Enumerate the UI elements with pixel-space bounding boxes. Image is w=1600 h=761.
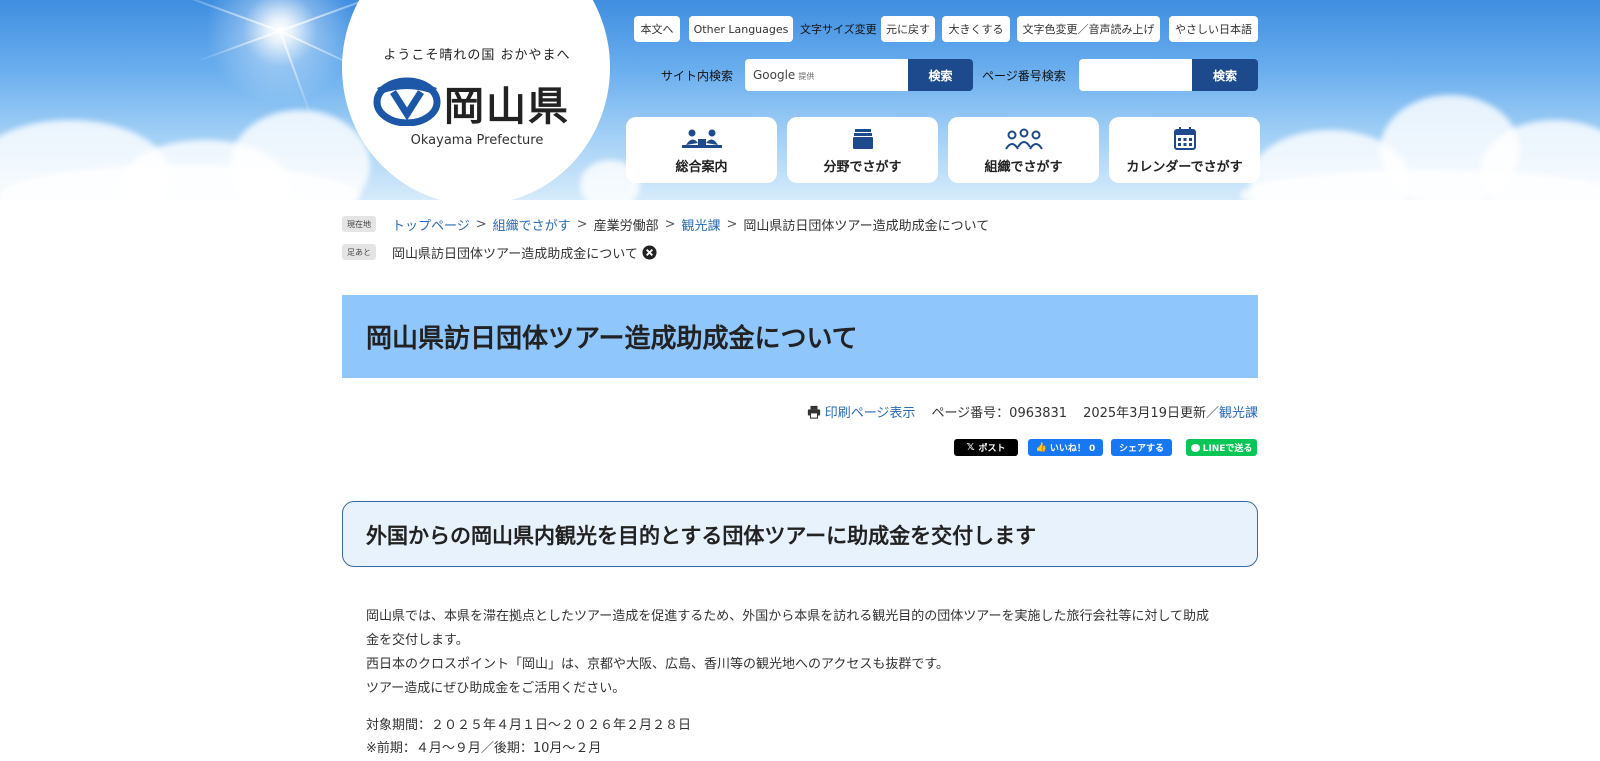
subheading: 外国からの岡山県内観光を目的とする団体ツアーに助成金を交付します xyxy=(366,524,1037,548)
breadcrumb-link-organization[interactable]: 組織でさがす xyxy=(493,215,571,234)
body-line: 金を交付します。 xyxy=(366,633,469,648)
nav-label: 組織でさがす xyxy=(984,160,1063,175)
group-icon xyxy=(1004,128,1043,150)
site-search-input[interactable]: Google 提供 xyxy=(745,59,908,91)
breadcrumb-item-current: 岡山県訪日団体ツアー造成助成金について xyxy=(743,218,990,234)
facebook-share-button[interactable]: シェアする xyxy=(1111,439,1172,456)
nav-general-guide[interactable]: 総合案内 xyxy=(626,117,777,183)
sun-glow xyxy=(205,0,355,105)
easy-japanese-link[interactable]: やさしい日本語 xyxy=(1169,16,1258,42)
google-branding: Google 提供 xyxy=(753,68,815,82)
site-search-button[interactable]: 検索 xyxy=(908,59,973,91)
page-number-search-button[interactable]: 検索 xyxy=(1192,59,1258,91)
header-banner: ようこそ晴れの国 おかやまへ 岡山県 Okayama Prefecture 本文… xyxy=(0,0,1600,200)
facebook-like-button[interactable]: 👍 いいね！ 0 xyxy=(1028,439,1103,456)
line-share-button[interactable]: LINEで送る xyxy=(1186,439,1257,456)
breadcrumb-link-tourism[interactable]: 観光課 xyxy=(682,215,721,234)
stack-icon xyxy=(852,129,873,149)
nav-search-by-field[interactable]: 分野でさがす xyxy=(787,117,938,183)
breadcrumb: トップページ > 組織でさがす > 産業労働部 > 観光課 > 岡山県訪日団体ツ… xyxy=(392,214,989,234)
page-number: ページ番号：0963831 xyxy=(931,406,1068,421)
nav-search-by-organization[interactable]: 組織でさがす xyxy=(948,117,1099,183)
body-line: 西日本のクロスポイント「岡山」は、京都や大阪、広島、香川等の観光地へのアクセスも… xyxy=(366,657,950,672)
printer-icon[interactable] xyxy=(807,405,821,419)
updated-date: 2025年3月19日更新／ xyxy=(1083,406,1219,421)
calendar-icon xyxy=(1173,127,1196,150)
body-line: ツアー造成にぜひ助成金をご活用ください。 xyxy=(366,681,626,696)
page-title: 岡山県訪日団体ツアー造成助成金について xyxy=(366,324,858,354)
page-meta: 印刷ページ表示 ページ番号：0963831 2025年3月19日更新／ 観光課 xyxy=(807,402,1258,421)
line-share-label: LINEで送る xyxy=(1202,444,1253,454)
page-number-search-input[interactable] xyxy=(1079,59,1192,91)
okayama-emblem-icon xyxy=(373,77,441,126)
logo-name: 岡山県 xyxy=(444,84,570,130)
font-reset-button[interactable]: 元に戻す xyxy=(881,16,935,42)
nav-label: 分野でさがす xyxy=(823,160,902,175)
nav-search-by-calendar[interactable]: カレンダーでさがす xyxy=(1109,117,1260,183)
thumbs-up-icon: 👍 xyxy=(1035,442,1047,453)
footprint-tag: 足あと xyxy=(342,244,376,260)
facebook-like-label: いいね！ 0 xyxy=(1049,444,1096,454)
font-size-label: 文字サイズ変更 xyxy=(800,23,877,36)
breadcrumb-separator: > xyxy=(726,216,738,232)
department-link[interactable]: 観光課 xyxy=(1219,402,1258,421)
target-period: 対象期間：２０２５年４月１日～２０２６年２月２８日 xyxy=(366,718,692,733)
people-desk-icon xyxy=(681,129,722,148)
target-period-note: ※前期：４月～９月／後期：10月～２月 xyxy=(366,741,602,756)
print-page-link[interactable]: 印刷ページ表示 xyxy=(825,402,916,421)
nav-label: 総合案内 xyxy=(675,160,728,175)
breadcrumb-link-top[interactable]: トップページ xyxy=(392,215,470,234)
breadcrumb-separator: > xyxy=(475,216,487,232)
site-search-label: サイト内検索 xyxy=(661,68,734,83)
footprint-trail: 岡山県訪日団体ツアー造成助成金について xyxy=(392,242,657,262)
breadcrumb-item-department: 産業労働部 xyxy=(593,218,659,234)
close-icon[interactable] xyxy=(642,244,657,260)
current-location-tag: 現在地 xyxy=(342,216,376,232)
x-post-label: ポスト xyxy=(978,444,1006,454)
body-line: 岡山県では、本県を滞在拠点としたツアー造成を促進するため、外国から本県を訪れる観… xyxy=(366,609,1210,624)
other-languages-link[interactable]: Other Languages xyxy=(689,16,793,42)
color-voice-link[interactable]: 文字色変更／音声読み上げ xyxy=(1017,16,1160,42)
skip-to-main-link[interactable]: 本文へ xyxy=(634,16,680,42)
nav-label: カレンダーでさがす xyxy=(1126,160,1243,175)
x-post-button[interactable]: 𝕏 ポスト xyxy=(954,439,1018,456)
breadcrumb-separator: > xyxy=(664,216,676,232)
breadcrumb-separator: > xyxy=(576,216,588,232)
logo-english-name: Okayama Prefecture xyxy=(410,133,544,148)
page-number-search-label: ページ番号検索 xyxy=(982,68,1066,83)
font-enlarge-button[interactable]: 大きくする xyxy=(942,16,1010,42)
footprint-item[interactable]: 岡山県訪日団体ツアー造成助成金について xyxy=(392,243,638,262)
x-logo-icon: 𝕏 xyxy=(966,442,975,453)
line-logo-icon xyxy=(1190,443,1200,452)
logo-tagline: ようこそ晴れの国 おかやまへ xyxy=(383,48,571,63)
